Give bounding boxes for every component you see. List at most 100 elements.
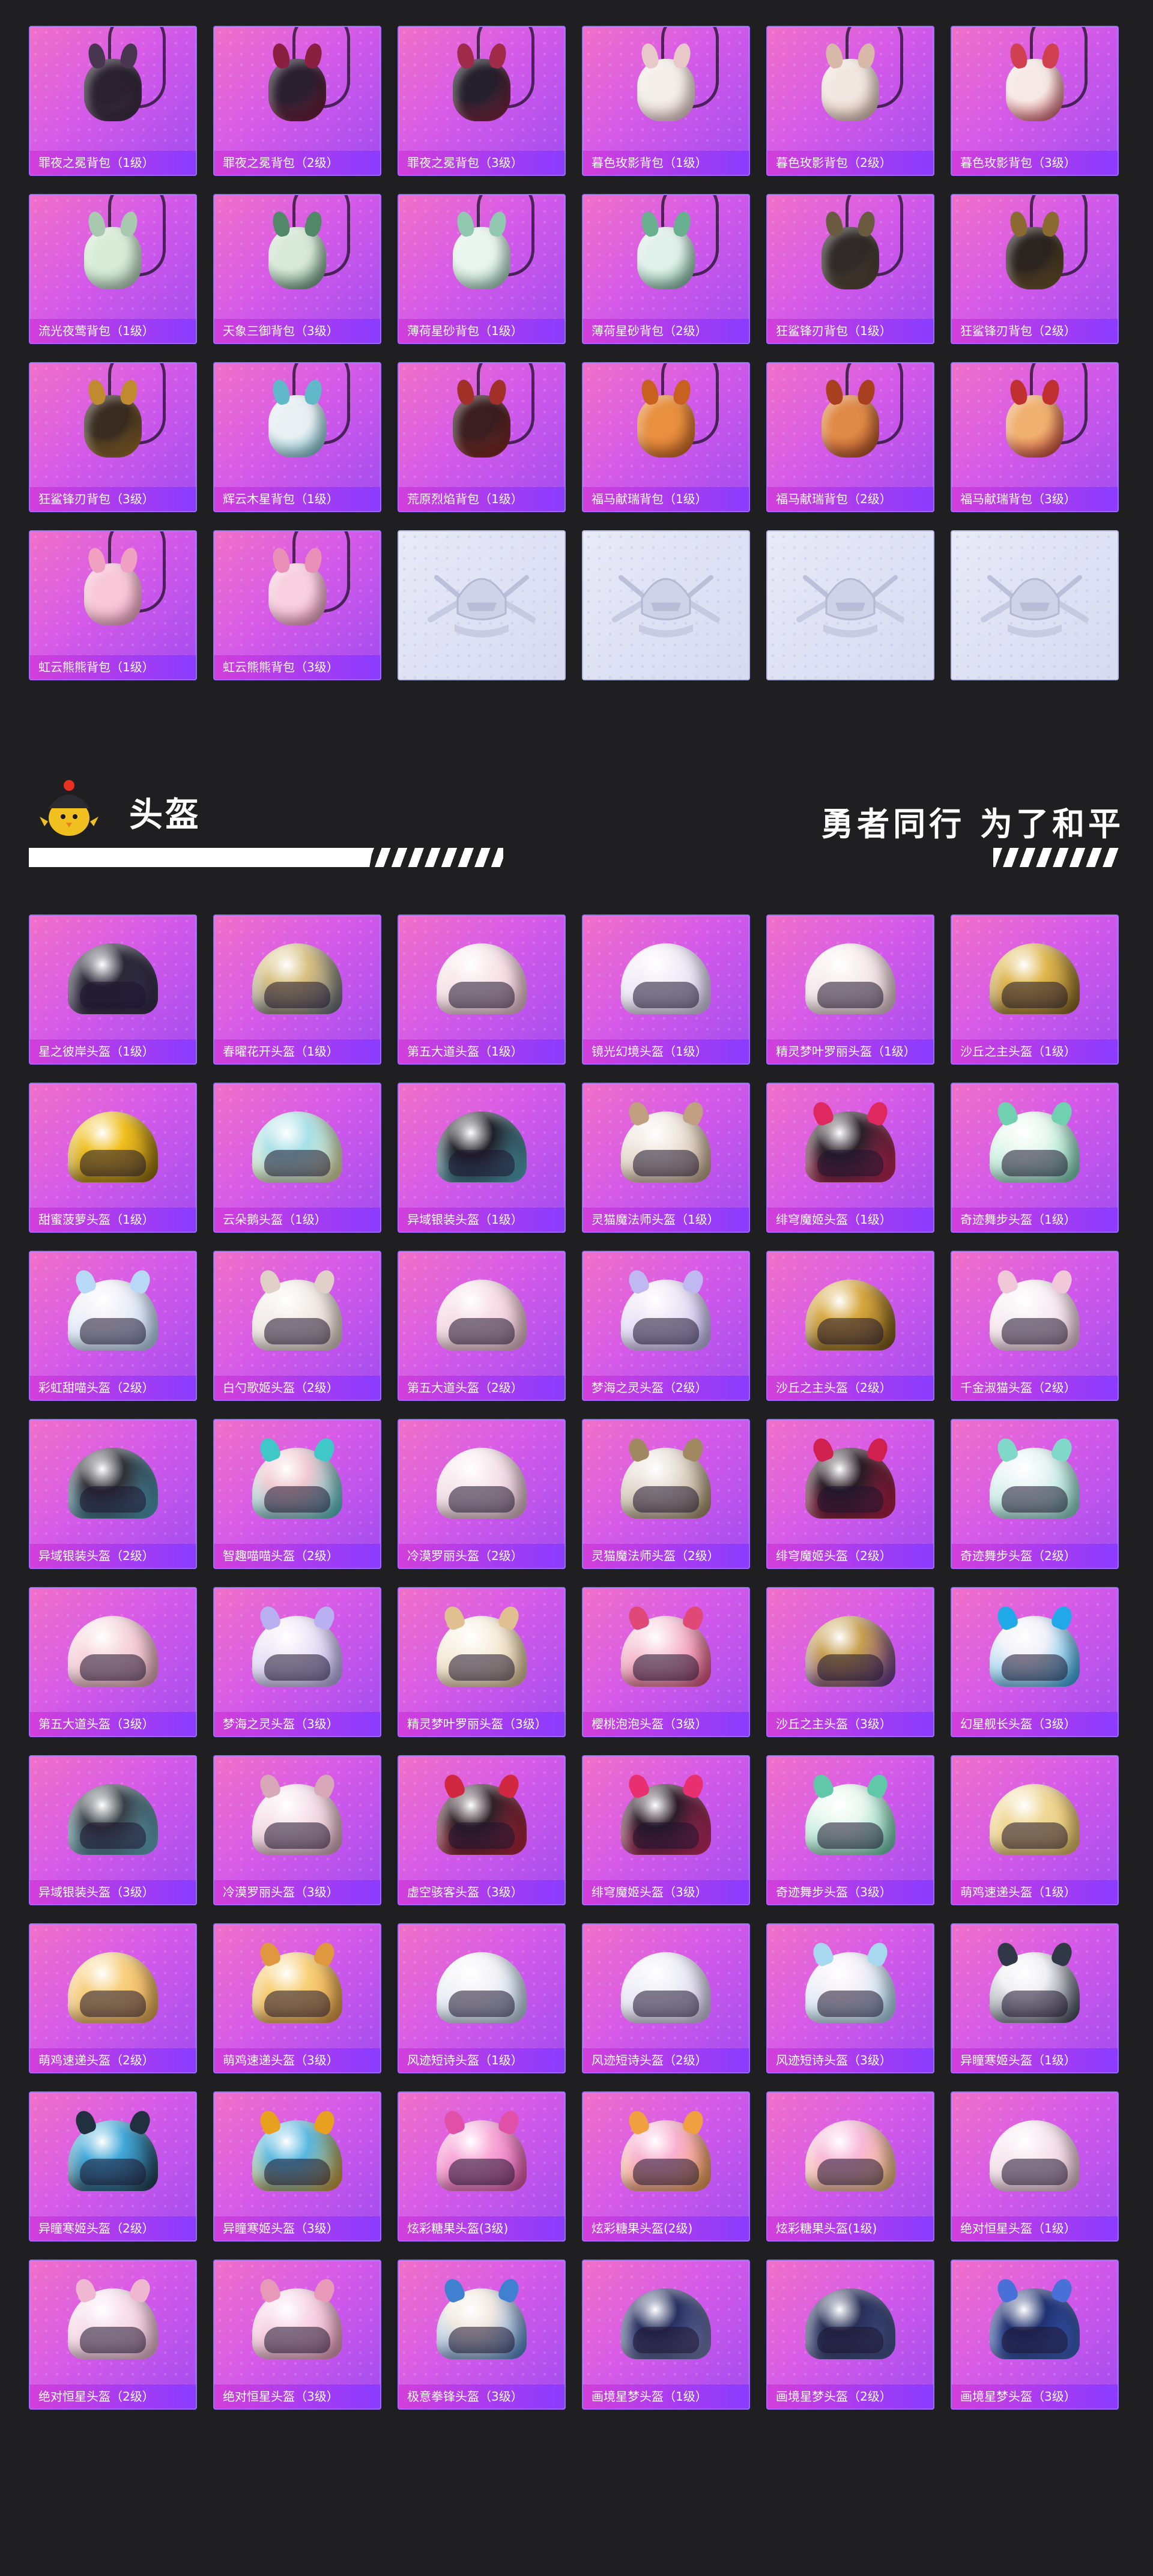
- helmet-card[interactable]: 樱桃泡泡头盔（3级）: [582, 1587, 750, 1737]
- helmet-visor: [1002, 1318, 1068, 1344]
- helmet-label: 梦海之灵头盔（2级）: [583, 1376, 749, 1400]
- backpack-card[interactable]: 荒原烈焰背包（1级）: [398, 362, 566, 512]
- backpack-card[interactable]: 狂鲨锋刃背包（2级）: [951, 194, 1119, 344]
- helmet-card[interactable]: 奇迹舞步头盔（3级）: [766, 1755, 934, 1905]
- helmet-card[interactable]: 炫彩糖果头盔(2级): [582, 2091, 750, 2242]
- helmet-ear: [256, 1435, 283, 1464]
- backpack-card[interactable]: 福马献瑞背包（2级）: [766, 362, 934, 512]
- backpack-ear: [455, 378, 476, 407]
- helmet-visor: [449, 1318, 515, 1344]
- helmet-ear: [256, 1940, 283, 1968]
- doll-backpack-icon: [1006, 27, 1088, 121]
- helmet-ear: [865, 1940, 891, 1968]
- helmet-card[interactable]: 虚空骇客头盔（3级）: [398, 1755, 566, 1905]
- helmet-icon: [437, 1603, 527, 1687]
- helmet-label: 第五大道头盔（3级）: [30, 1712, 196, 1736]
- helmet-card[interactable]: 绯穹魔姬头盔（2级）: [766, 1419, 934, 1569]
- helmet-card[interactable]: 白勺歌姬头盔（2级）: [213, 1251, 381, 1401]
- helmet-card[interactable]: 精灵梦叶罗丽头盔（3级）: [398, 1587, 566, 1737]
- helmet-card[interactable]: 梦海之灵头盔（2级）: [582, 1251, 750, 1401]
- helmet-card[interactable]: 异瞳寒姬头盔（3级）: [213, 2091, 381, 2242]
- backpack-card[interactable]: 辉云木星背包（1级）: [213, 362, 381, 512]
- helmet-card[interactable]: 灵猫魔法师头盔（1级）: [582, 1083, 750, 1233]
- helmet-card[interactable]: 画境星梦头盔（3级）: [951, 2260, 1119, 2410]
- helmet-card[interactable]: 萌鸡速递头盔（1级）: [951, 1755, 1119, 1905]
- shark-backpack-icon: [1006, 195, 1088, 289]
- helmet-card[interactable]: 风迹短诗头盔（1级）: [398, 1923, 566, 2073]
- helmet-card[interactable]: 云朵鹅头盔（1级）: [213, 1083, 381, 1233]
- helmet-card[interactable]: 画境星梦头盔（1级）: [582, 2260, 750, 2410]
- helmet-card[interactable]: 冷漠罗丽头盔（3级）: [213, 1755, 381, 1905]
- backpack-card[interactable]: 虹云熊熊背包（3级）: [213, 530, 381, 680]
- helmet-card[interactable]: 异瞳寒姬头盔（1级）: [951, 1923, 1119, 2073]
- helmet-card[interactable]: 萌鸡速递头盔（2级）: [29, 1923, 197, 2073]
- helmet-ear: [680, 1771, 707, 1800]
- backpack-card[interactable]: 薄荷星砂背包（2级）: [582, 194, 750, 344]
- helmet-card[interactable]: 灵猫魔法师头盔（2级）: [582, 1419, 750, 1569]
- helmet-label: 萌鸡速递头盔（2级）: [30, 2048, 196, 2072]
- helmet-card[interactable]: 千金淑猫头盔（2级）: [951, 1251, 1119, 1401]
- helmet-card[interactable]: 春曜花开头盔（1级）: [213, 915, 381, 1065]
- backpack-card[interactable]: 罪夜之冕背包（3级）: [398, 26, 566, 176]
- helmet-card[interactable]: 极意拳锋头盔（3级）: [398, 2260, 566, 2410]
- helmet-card[interactable]: 奇迹舞步头盔（1级）: [951, 1083, 1119, 1233]
- helmet-card[interactable]: 第五大道头盔（1级）: [398, 915, 566, 1065]
- helmet-card[interactable]: 异域银装头盔（3级）: [29, 1755, 197, 1905]
- backpack-card[interactable]: 虹云熊熊背包（1级）: [29, 530, 197, 680]
- helmet-card[interactable]: 彩虹甜喵头盔（2级）: [29, 1251, 197, 1401]
- helmet-card[interactable]: 绝对恒星头盔（3级）: [213, 2260, 381, 2410]
- helmet-card[interactable]: 异域银装头盔（1级）: [398, 1083, 566, 1233]
- helmet-ear: [496, 1771, 522, 1800]
- helmet-card[interactable]: 甜蜜菠萝头盔（1级）: [29, 1083, 197, 1233]
- backpack-card[interactable]: 流光夜莺背包（1级）: [29, 194, 197, 344]
- helmet-card[interactable]: 风迹短诗头盔（3级）: [766, 1923, 934, 2073]
- helmet-card[interactable]: 冷漠罗丽头盔（2级）: [398, 1419, 566, 1569]
- helmet-card[interactable]: 风迹短诗头盔（2级）: [582, 1923, 750, 2073]
- helmet-icon: [437, 2276, 527, 2359]
- bat-bunny-backpack-icon: [637, 27, 719, 121]
- helmet-card[interactable]: 画境星梦头盔（2级）: [766, 2260, 934, 2410]
- backpack-card[interactable]: 狂鲨锋刃背包（1级）: [766, 194, 934, 344]
- helmet-card[interactable]: 第五大道头盔（2级）: [398, 1251, 566, 1401]
- helmet-card[interactable]: 绝对恒星头盔（2级）: [29, 2260, 197, 2410]
- helmet-card[interactable]: 萌鸡速递头盔（3级）: [213, 1923, 381, 2073]
- helmet-card[interactable]: 幻星舰长头盔（3级）: [951, 1587, 1119, 1737]
- helmet-ear: [312, 2108, 338, 2136]
- helmet-card[interactable]: 精灵梦叶罗丽头盔（1级）: [766, 915, 934, 1065]
- helmet-card[interactable]: 异域银装头盔（2级）: [29, 1419, 197, 1569]
- helmet-card[interactable]: 镜光幻境头盔（1级）: [582, 915, 750, 1065]
- orb-backpack-icon: [268, 363, 350, 458]
- helmet-card[interactable]: 沙丘之主头盔（3级）: [766, 1587, 934, 1737]
- backpack-card[interactable]: 罪夜之冕背包（1级）: [29, 26, 197, 176]
- backpack-card[interactable]: 暮色玫影背包（1级）: [582, 26, 750, 176]
- helmet-visor: [449, 2327, 515, 2353]
- helmet-card[interactable]: 绝对恒星头盔（1级）: [951, 2091, 1119, 2242]
- helmet-card[interactable]: 星之彼岸头盔（1级）: [29, 915, 197, 1065]
- backpack-label: 薄荷星砂背包（2级）: [583, 319, 749, 343]
- helmet-card[interactable]: 异瞳寒姬头盔（2级）: [29, 2091, 197, 2242]
- backpack-card[interactable]: 暮色玫影背包（3级）: [951, 26, 1119, 176]
- helmet-card[interactable]: 炫彩糖果头盔(3级): [398, 2091, 566, 2242]
- backpack-card[interactable]: 福马献瑞背包（3级）: [951, 362, 1119, 512]
- helmet-label: 绯穹魔姬头盔（3级）: [583, 1880, 749, 1904]
- backpack-card[interactable]: 薄荷星砂背包（1级）: [398, 194, 566, 344]
- backpack-card[interactable]: 狂鲨锋刃背包（3级）: [29, 362, 197, 512]
- helmet-visor: [1002, 1654, 1068, 1681]
- helmet-label: 风迹短诗头盔（3级）: [767, 2048, 933, 2072]
- helmet-card[interactable]: 智趣喵喵头盔（2级）: [213, 1419, 381, 1569]
- backpack-card[interactable]: 暮色玫影背包（2级）: [766, 26, 934, 176]
- helmet-card[interactable]: 绯穹魔姬头盔（3级）: [582, 1755, 750, 1905]
- helmet-label: 异域银装头盔（3级）: [30, 1880, 196, 1904]
- helmet-card[interactable]: 第五大道头盔（3级）: [29, 1587, 197, 1737]
- helmet-card[interactable]: 奇迹舞步头盔（2级）: [951, 1419, 1119, 1569]
- helmet-card[interactable]: 沙丘之主头盔（1级）: [951, 915, 1119, 1065]
- backpack-card[interactable]: 福马献瑞背包（1级）: [582, 362, 750, 512]
- helmet-card[interactable]: 梦海之灵头盔（3级）: [213, 1587, 381, 1737]
- helmet-card[interactable]: 炫彩糖果头盔(1级): [766, 2091, 934, 2242]
- helmet-ear: [625, 1435, 652, 1464]
- helmet-visor: [264, 1822, 330, 1849]
- helmet-card[interactable]: 沙丘之主头盔（2级）: [766, 1251, 934, 1401]
- helmet-card[interactable]: 绯穹魔姬头盔（1级）: [766, 1083, 934, 1233]
- backpack-card[interactable]: 罪夜之冕背包（2级）: [213, 26, 381, 176]
- backpack-card[interactable]: 天象三御背包（3级）: [213, 194, 381, 344]
